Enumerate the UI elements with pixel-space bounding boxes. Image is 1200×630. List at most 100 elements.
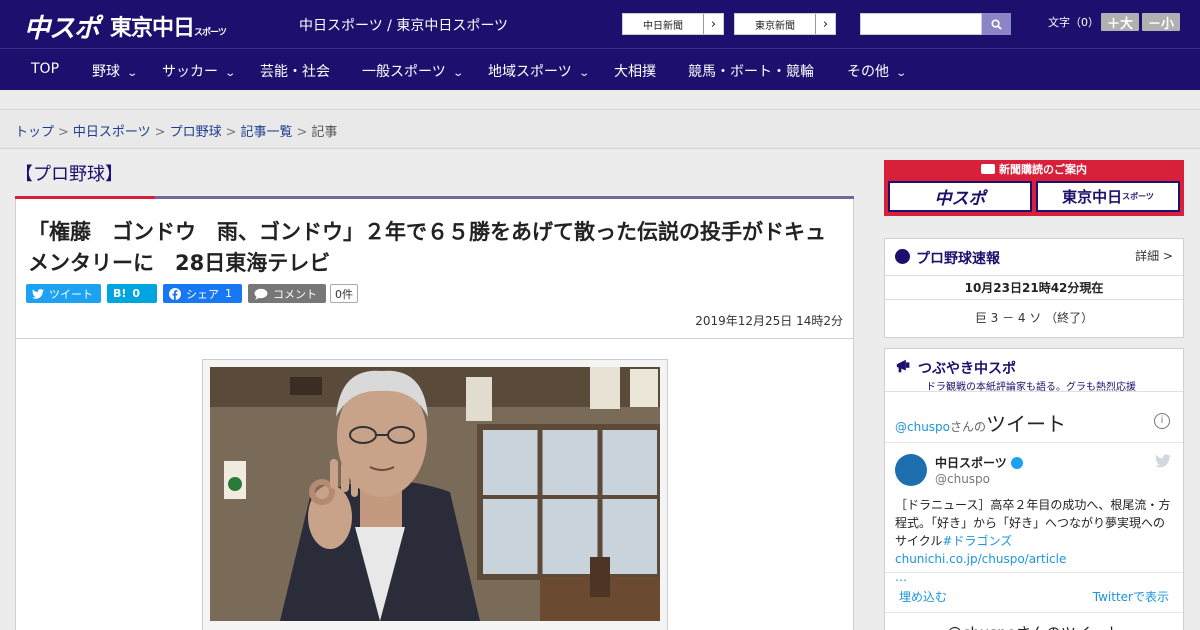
twitter-bird-icon[interactable] xyxy=(1155,454,1171,468)
timeline-footer[interactable]: @chuspoさんのツイート xyxy=(885,622,1183,630)
megaphone-icon xyxy=(896,359,910,373)
timeline-divider xyxy=(885,572,1183,573)
verified-badge-icon xyxy=(1010,457,1023,469)
timeline-divider xyxy=(885,612,1183,613)
subscription-banner[interactable]: 新聞購読のご案内 中スポ 東京中日 スポーツ xyxy=(884,160,1184,216)
nav-label: 大相撲 xyxy=(614,64,656,80)
timeline-label: ツイート xyxy=(986,412,1067,436)
chunichi-shimbun-label: 中日新聞 xyxy=(643,20,683,32)
tweet-body: ［ドラニュース］高卒２年目の成功へ、根尾流・方程式。「好き」から「好き」へつなが… xyxy=(895,498,1171,548)
category-heading: 【プロ野球】 xyxy=(15,164,123,185)
baseball-scores-title: プロ野球速報 xyxy=(916,251,1000,267)
article-date: 2019年12月25日 14時2分 xyxy=(695,314,843,328)
subscription-banner-title: 新聞購読のご案内 xyxy=(884,160,1184,179)
baseball-icon xyxy=(895,249,910,264)
speech-bubble-icon xyxy=(254,288,268,300)
baseball-score-line[interactable]: 巨 3 － 4 ソ （終了） xyxy=(885,309,1183,326)
article-divider xyxy=(16,338,853,339)
facebook-share-count: 1 xyxy=(225,287,232,300)
breadcrumb-separator: > xyxy=(154,125,166,140)
breadcrumb-article-list[interactable]: 記事一覧 xyxy=(241,125,293,140)
subscription-tokyo-logo-text: 東京中日 xyxy=(1062,188,1123,206)
info-icon[interactable]: i xyxy=(1154,413,1170,429)
nav-item-sumo[interactable]: 大相撲 xyxy=(614,61,656,81)
nav-item-general-sports[interactable]: 一般スポーツ ⌄ xyxy=(362,61,464,81)
tweet-button[interactable]: ツイート xyxy=(26,284,101,303)
font-larger-button[interactable]: ＋大 xyxy=(1101,13,1139,32)
baseball-details-link[interactable]: 詳細 > xyxy=(1135,247,1173,264)
chunichi-shimbun-link[interactable]: 中日新聞 › xyxy=(622,13,724,35)
tokyo-logo-text: 東京中日 xyxy=(110,16,195,41)
chevron-right-icon: › xyxy=(815,14,835,34)
nav-label: 芸能・社会 xyxy=(260,64,330,80)
tokyo-shimbun-label: 東京新聞 xyxy=(755,20,795,32)
chevron-down-icon: ⌄ xyxy=(578,68,590,79)
timeline-suffix: さんの xyxy=(950,420,987,434)
embed-link[interactable]: 埋め込む xyxy=(899,588,947,605)
twitter-box: つぶやき中スポ ドラ観戦の本紙評論家も語る。グラも熱烈応援 @chuspoさんの… xyxy=(884,348,1184,630)
nav-item-entertainment[interactable]: 芸能・社会 xyxy=(260,61,330,81)
tweet-hashtag[interactable]: #ドラゴンズ xyxy=(942,534,1012,548)
nav-label: その他 xyxy=(847,64,889,80)
breadcrumb: トップ > 中日スポーツ > プロ野球 > 記事一覧 > 記事 xyxy=(0,111,1200,149)
timeline-handle[interactable]: @chuspo xyxy=(895,420,950,434)
chevron-down-icon: ⌄ xyxy=(895,68,908,79)
nav-item-racing[interactable]: 競馬・ボート・競輪 xyxy=(688,61,814,81)
comment-button[interactable]: コメント xyxy=(248,284,326,303)
view-on-twitter-link[interactable]: Twitterで表示 xyxy=(1093,588,1169,605)
main-nav: TOP 野球 ⌄ サッカー ⌄ 芸能・社会 一般スポーツ ⌄ 地域スポーツ ⌄ 大相撲 … xyxy=(0,48,1200,90)
search-input[interactable] xyxy=(860,13,982,35)
nav-label: TOP xyxy=(31,61,60,77)
baseball-scores-box: プロ野球速報 詳細 > 10月23日21時42分現在 巨 3 － 4 ソ （終了… xyxy=(884,238,1184,338)
breadcrumb-separator: > xyxy=(225,125,237,140)
tweet-author-label: 中日スポーツ xyxy=(935,456,1007,470)
avatar[interactable] xyxy=(895,454,927,486)
facebook-share-label: シェア xyxy=(186,287,219,301)
search-button[interactable] xyxy=(982,13,1011,35)
font-smaller-button[interactable]: －小 xyxy=(1142,13,1180,32)
comment-count: 0件 xyxy=(330,284,358,303)
tokyo-chunichi-logo[interactable]: 東京中日スポーツ xyxy=(110,10,227,42)
breadcrumb-separator: > xyxy=(58,125,69,140)
nav-label: 地域スポーツ xyxy=(488,64,572,80)
nav-item-local-sports[interactable]: 地域スポーツ ⌄ xyxy=(488,61,590,81)
breadcrumb-top[interactable]: トップ xyxy=(15,125,54,140)
timeline-header: @chuspoさんのツイート xyxy=(895,408,1066,437)
search-icon xyxy=(991,18,1002,30)
nav-label: 一般スポーツ xyxy=(362,64,446,80)
twitter-bird-icon xyxy=(32,288,44,299)
chevron-down-icon: ⌄ xyxy=(126,68,139,79)
font-size-label: 文字（0） xyxy=(1048,16,1099,29)
chevron-right-icon: › xyxy=(703,14,723,34)
hatena-icon: B! xyxy=(113,287,127,300)
tokyo-logo-small: スポーツ xyxy=(194,28,227,38)
twitter-box-title: つぶやき中スポ xyxy=(918,361,1016,377)
tweet-label: ツイート xyxy=(49,287,93,301)
tweet-author-handle[interactable]: @chuspo xyxy=(935,472,990,486)
article-photo[interactable] xyxy=(210,367,660,621)
subscription-text: 新聞購読のご案内 xyxy=(999,163,1087,176)
chuspo-logo[interactable]: 中スポ xyxy=(24,8,100,45)
nav-label: 野球 xyxy=(92,64,120,80)
breadcrumb-pro-baseball[interactable]: プロ野球 xyxy=(170,125,222,140)
nav-item-baseball[interactable]: 野球 ⌄ xyxy=(92,61,139,81)
nav-item-top[interactable]: TOP xyxy=(31,61,59,77)
header-spacer xyxy=(0,90,1200,110)
tokyo-shimbun-link[interactable]: 東京新聞 › xyxy=(734,13,836,35)
breadcrumb-current: 記事 xyxy=(311,125,338,140)
nav-item-other[interactable]: その他 ⌄ xyxy=(847,61,908,81)
facebook-share-button[interactable]: シェア 1 xyxy=(163,284,242,303)
breadcrumb-separator: > xyxy=(296,125,308,140)
tweet-author-name[interactable]: 中日スポーツ xyxy=(935,454,1023,471)
tweet-link[interactable]: chunichi.co.jp/chuspo/article xyxy=(895,552,1066,566)
comment-label: コメント xyxy=(273,287,317,301)
article-card: 「権藤 ゴンドウ 雨、ゴンドウ」２年で６５勝をあげて散った伝説の投手がドキュメン… xyxy=(15,199,854,630)
subscription-tokyo-logo-small: スポーツ xyxy=(1122,192,1154,201)
baseball-updated: 10月23日21時42分現在 xyxy=(885,275,1183,300)
twitter-timeline: @chuspoさんのツイート i 中日スポーツ @chuspo ［ドラニュース］… xyxy=(885,391,1183,630)
nav-item-soccer[interactable]: サッカー ⌄ xyxy=(162,61,236,81)
article-headline: 「権藤 ゴンドウ 雨、ゴンドウ」２年で６５勝をあげて散った伝説の投手がドキュメン… xyxy=(28,220,826,275)
hatena-bookmark-button[interactable]: B! 0 xyxy=(107,284,157,303)
site-header: 中スポ 東京中日スポーツ 中日スポーツ / 東京中日スポーツ 中日新聞 › 東京… xyxy=(0,0,1200,48)
breadcrumb-chunichi-sports[interactable]: 中日スポーツ xyxy=(73,125,151,140)
